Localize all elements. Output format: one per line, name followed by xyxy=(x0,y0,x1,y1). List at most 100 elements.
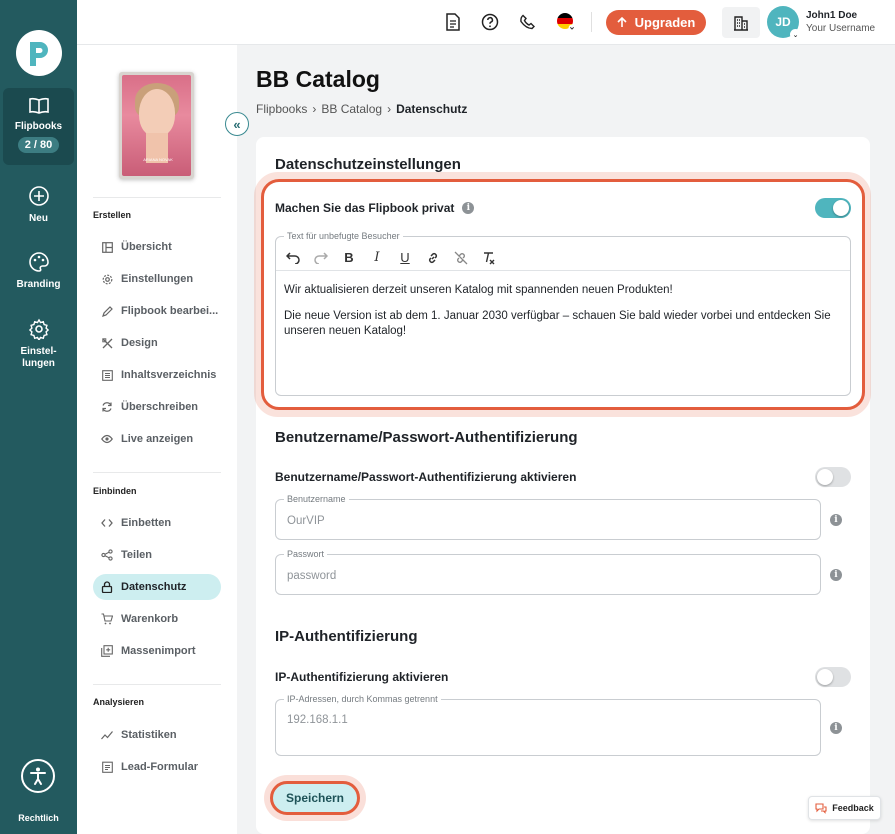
info-icon[interactable]: i xyxy=(830,722,842,734)
nav-item-privacy[interactable]: Datenschutz xyxy=(93,574,221,600)
nav-label: Flipbook bearbei... xyxy=(121,305,219,317)
cover-text: ARIANA NOVAK xyxy=(143,157,173,162)
userpass-toggle-label: Benutzername/Passwort-Authentifizierung … xyxy=(275,470,577,484)
divider xyxy=(93,684,221,685)
nav-item-table-of-contents[interactable]: Inhaltsverzeichnis xyxy=(93,362,221,388)
accessibility-button[interactable] xyxy=(21,759,55,793)
userpass-toggle-row: Benutzername/Passwort-Authentifizierung … xyxy=(275,470,576,484)
editor-paragraph: Die neue Version ist ab dem 1. Januar 20… xyxy=(284,310,831,337)
password-field[interactable]: Passwort password xyxy=(275,549,821,595)
nav-label: Massenimport xyxy=(121,645,196,657)
divider xyxy=(93,197,221,198)
breadcrumb-flipbooks[interactable]: Flipbooks xyxy=(256,102,307,116)
chevron-right-icon: › xyxy=(387,102,392,116)
section-title-privacy: Datenschutzeinstellungen xyxy=(275,156,461,173)
legal-link[interactable]: Rechtlich xyxy=(0,813,77,823)
app-logo[interactable] xyxy=(16,30,62,76)
user-username: Your Username xyxy=(806,23,876,34)
rail-item-settings[interactable]: Einstel- lungen xyxy=(0,318,77,370)
rail-label-settings: Einstel- xyxy=(20,346,57,357)
editor-paragraph: Wir aktualisieren derzeit unseren Katalo… xyxy=(284,284,673,296)
nav-label: Statistiken xyxy=(121,729,177,741)
accessibility-icon xyxy=(30,767,46,785)
avatar[interactable]: JD ⌄ xyxy=(767,6,801,40)
rail-label-flipbooks: Flipbooks xyxy=(14,121,63,132)
chevron-right-icon: › xyxy=(312,102,317,116)
private-toggle[interactable] xyxy=(815,198,851,218)
rail-item-new[interactable]: Neu xyxy=(0,185,77,225)
nav-label: Übersicht xyxy=(121,241,172,253)
info-icon[interactable]: i xyxy=(830,514,842,526)
import-icon xyxy=(101,645,113,657)
nav-item-edit-flipbook[interactable]: Flipbook bearbei... xyxy=(93,298,221,324)
trend-icon xyxy=(101,729,113,741)
page-title: BB Catalog xyxy=(256,66,380,92)
breadcrumb-current: Datenschutz xyxy=(396,102,468,116)
upgrade-button[interactable]: Upgraden xyxy=(606,10,706,35)
italic-icon[interactable]: I xyxy=(368,249,386,267)
plus-circle-icon xyxy=(28,186,49,206)
ip-value: 192.168.1.1 xyxy=(287,714,348,726)
userpass-toggle[interactable] xyxy=(815,467,851,487)
organization-button[interactable] xyxy=(722,7,760,38)
redo-icon[interactable] xyxy=(312,249,330,267)
editor-content[interactable]: Wir aktualisieren derzeit unseren Katalo… xyxy=(284,283,844,350)
rail-item-branding[interactable]: Branding xyxy=(0,251,77,291)
flipbook-cover-thumbnail[interactable]: ARIANA NOVAK xyxy=(119,72,194,179)
nav-item-settings[interactable]: Einstellungen xyxy=(93,266,221,292)
clear-format-icon[interactable] xyxy=(480,249,498,267)
layout-icon xyxy=(101,241,113,253)
nav-label: Lead-Formular xyxy=(121,761,199,773)
nav-item-design[interactable]: Design xyxy=(93,330,221,356)
unlink-icon[interactable] xyxy=(452,249,470,267)
nav-item-view-live[interactable]: Live anzeigen xyxy=(93,426,221,452)
ip-toggle-row: IP-Authentifizierung aktivieren xyxy=(275,670,448,684)
section-title-ip: IP-Authentifizierung xyxy=(275,628,418,645)
rail-item-flipbooks[interactable]: Flipbooks 2 / 80 xyxy=(3,88,74,165)
nav-item-share[interactable]: Teilen xyxy=(93,542,221,568)
username-field[interactable]: Benutzername OurVIP xyxy=(275,494,821,540)
topbar-divider xyxy=(591,12,592,32)
building-icon xyxy=(734,15,748,31)
language-flag-de-icon[interactable] xyxy=(556,12,576,32)
save-button[interactable]: Speichern xyxy=(270,781,360,815)
flipbook-count-badge: 2 / 80 xyxy=(17,137,60,153)
nav-item-embed[interactable]: Einbetten xyxy=(93,510,221,536)
nav-item-overwrite[interactable]: Überschreiben xyxy=(93,394,221,420)
underline-icon[interactable]: U xyxy=(396,249,414,267)
undo-icon[interactable] xyxy=(284,249,302,267)
collapse-sidebar-button[interactable]: « xyxy=(225,112,249,136)
info-icon[interactable]: i xyxy=(462,202,475,214)
ip-toggle-label: IP-Authentifizierung aktivieren xyxy=(275,670,449,684)
password-value: password xyxy=(287,570,337,582)
palette-icon xyxy=(28,252,49,272)
nav-label: Einbetten xyxy=(121,517,172,529)
eye-icon xyxy=(101,433,113,445)
book-open-icon xyxy=(28,97,49,114)
bold-icon[interactable]: B xyxy=(340,249,358,267)
nav-item-statistics[interactable]: Statistiken xyxy=(93,722,221,748)
breadcrumb: Flipbooks › BB Catalog › Datenschutz xyxy=(256,102,467,116)
document-icon[interactable] xyxy=(443,12,463,32)
link-icon[interactable] xyxy=(424,249,442,267)
info-icon[interactable]: i xyxy=(830,569,842,581)
help-icon[interactable] xyxy=(480,12,500,32)
rail-label-new: Neu xyxy=(29,213,48,224)
nav-label: Überschreiben xyxy=(121,401,199,413)
ip-toggle[interactable] xyxy=(815,667,851,687)
phone-icon[interactable] xyxy=(518,12,538,32)
nav-item-lead-form[interactable]: Lead-Formular xyxy=(93,754,221,780)
nav-item-overview[interactable]: Übersicht xyxy=(93,234,221,260)
ip-legend: IP-Adressen, durch Kommas getrennt xyxy=(284,694,441,704)
nav-item-bulk-import[interactable]: Massenimport xyxy=(93,638,221,664)
feedback-button[interactable]: Feedback xyxy=(808,796,881,820)
ip-addresses-field[interactable]: IP-Adressen, durch Kommas getrennt 192.1… xyxy=(275,694,821,756)
gear-icon xyxy=(101,273,113,285)
user-name: John1 Doe xyxy=(806,10,858,21)
breadcrumb-catalog[interactable]: BB Catalog xyxy=(321,102,382,116)
nav-item-cart[interactable]: Warenkorb xyxy=(93,606,221,632)
unauthorized-text-editor[interactable]: Text für unbefugte Besucher B I U Wir ak… xyxy=(275,231,851,396)
chevron-down-icon: ⌄ xyxy=(790,29,801,40)
editor-toolbar: B I U xyxy=(276,245,850,271)
arrow-up-icon xyxy=(617,17,627,27)
